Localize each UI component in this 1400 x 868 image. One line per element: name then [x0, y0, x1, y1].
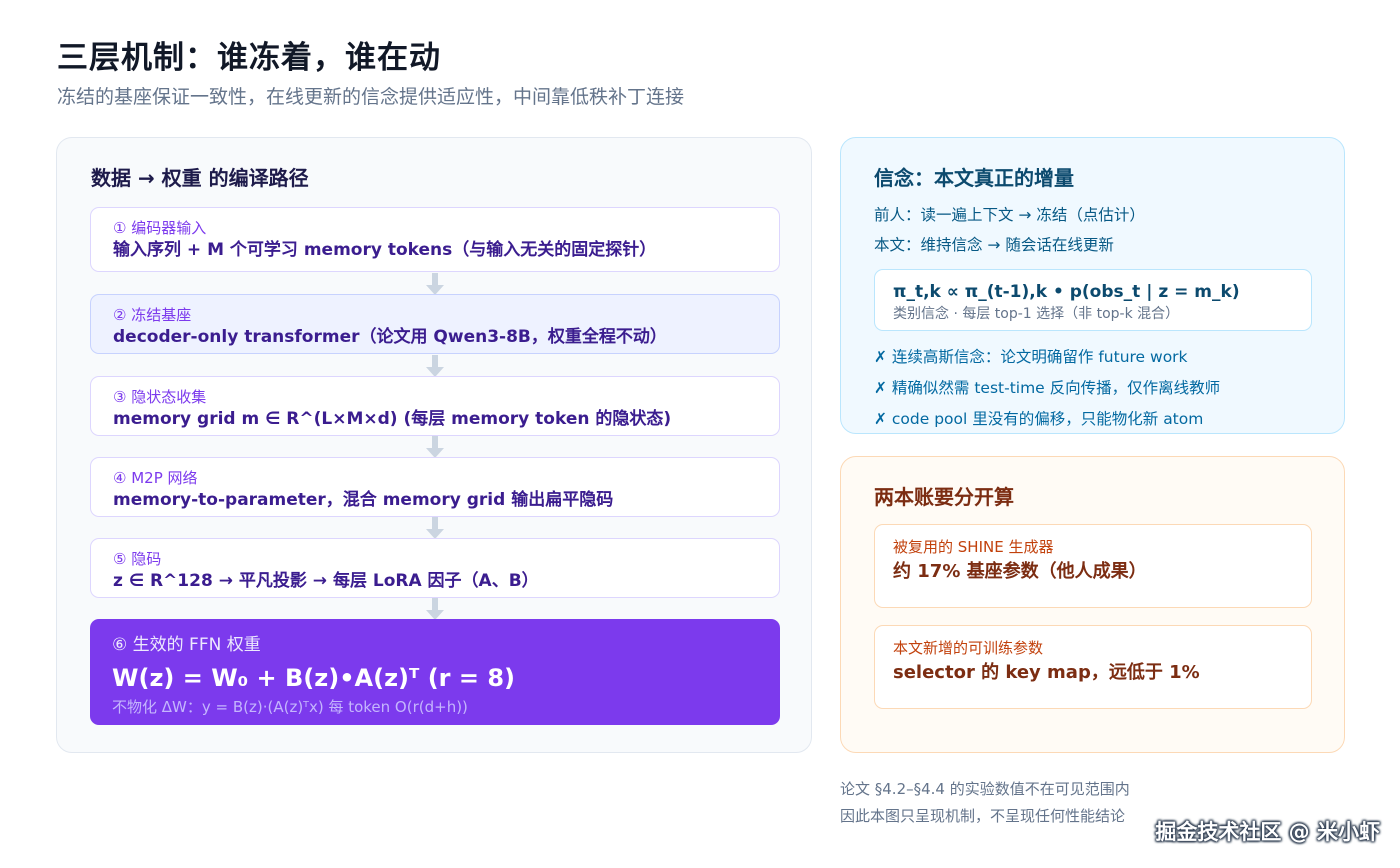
step-effective-ffn-weight: ⑥ 生效的 FFN 权重 W(z) = W₀ + B(z)•A(z)ᵀ (r =…: [90, 619, 780, 725]
pipeline-title: 数据 → 权重 的编译路径: [91, 166, 309, 190]
belief-title: 信念：本文真正的增量: [874, 166, 1074, 190]
limitation-item: ✗ 连续高斯信念：论文明确留作 future work: [874, 348, 1188, 366]
belief-formula-box: π_t,k ∝ π_(t-1),k • p(obs_t | z = m_k) 类…: [874, 269, 1312, 331]
belief-prior-line: 前人：读一遍上下文 → 冻结（点估计）: [874, 206, 1145, 224]
belief-panel: 信念：本文真正的增量 前人：读一遍上下文 → 冻结（点估计） 本文：维持信念 →…: [840, 137, 1345, 434]
limitation-item: ✗ 精确似然需 test-time 反向传播，仅作离线教师: [874, 379, 1221, 397]
step-desc: memory-to-parameter，混合 memory grid 输出扁平隐…: [113, 490, 614, 510]
final-formula: W(z) = W₀ + B(z)•A(z)ᵀ (r = 8): [112, 664, 515, 692]
flow-arrow-icon: [426, 517, 444, 539]
final-label: ⑥ 生效的 FFN 权重: [112, 635, 261, 655]
step-encoder-input: ① 编码器输入 输入序列 + M 个可学习 memory tokens（与输入无…: [90, 207, 780, 272]
step-desc: 输入序列 + M 个可学习 memory tokens（与输入无关的固定探针）: [113, 240, 657, 260]
page-title: 三层机制：谁冻着，谁在动: [57, 40, 441, 76]
step-hidden-state-collection: ③ 隐状态收集 memory grid m ∈ R^(L×M×d) (每层 me…: [90, 376, 780, 436]
watermark: 掘金技术社区 @ 米小虾: [1155, 820, 1380, 844]
final-note: 不物化 ΔW：y = B(z)·(A(z)ᵀx) 每 token O(r(d+h…: [112, 698, 468, 716]
flow-arrow-icon: [426, 273, 444, 295]
ledger-label: 本文新增的可训练参数: [893, 639, 1044, 657]
page-subtitle: 冻结的基座保证一致性，在线更新的信念提供适应性，中间靠低秩补丁连接: [57, 86, 685, 108]
ledger-card-new: 本文新增的可训练参数 selector 的 key map，远低于 1%: [874, 625, 1312, 709]
belief-formula-note: 类别信念 · 每层 top-1 选择（非 top-k 混合）: [893, 306, 1180, 322]
flow-arrow-icon: [426, 355, 444, 377]
belief-formula: π_t,k ∝ π_(t-1),k • p(obs_t | z = m_k): [893, 282, 1240, 302]
step-label: ⑤ 隐码: [113, 550, 162, 568]
belief-this-line: 本文：维持信念 → 随会话在线更新: [874, 236, 1114, 254]
limitation-item: ✗ code pool 里没有的偏移，只能物化新 atom: [874, 410, 1204, 428]
step-desc: memory grid m ∈ R^(L×M×d) (每层 memory tok…: [113, 409, 672, 429]
footnote-line-2: 因此本图只呈现机制，不呈现任何性能结论: [840, 807, 1126, 825]
step-m2p-network: ④ M2P 网络 memory-to-parameter，混合 memory g…: [90, 457, 780, 517]
pipeline-panel: 数据 → 权重 的编译路径 ① 编码器输入 输入序列 + M 个可学习 memo…: [56, 137, 812, 753]
footnote-line-1: 论文 §4.2–§4.4 的实验数值不在可见范围内: [840, 780, 1130, 798]
ledger-title: 两本账要分开算: [874, 485, 1014, 509]
ledger-label: 被复用的 SHINE 生成器: [893, 538, 1054, 556]
step-label: ① 编码器输入: [113, 219, 207, 237]
ledger-card-reused: 被复用的 SHINE 生成器 约 17% 基座参数（他人成果）: [874, 524, 1312, 608]
step-label: ② 冻结基座: [113, 306, 192, 324]
step-latent-code: ⑤ 隐码 z ∈ R^128 → 平凡投影 → 每层 LoRA 因子（A、B）: [90, 538, 780, 598]
step-label: ③ 隐状态收集: [113, 388, 207, 406]
step-label: ④ M2P 网络: [113, 469, 198, 487]
flow-arrow-icon: [426, 436, 444, 458]
ledger-value: selector 的 key map，远低于 1%: [893, 662, 1200, 683]
step-desc: decoder-only transformer（论文用 Qwen3-8B，权重…: [113, 327, 667, 347]
step-desc: z ∈ R^128 → 平凡投影 → 每层 LoRA 因子（A、B）: [113, 571, 539, 591]
step-frozen-base: ② 冻结基座 decoder-only transformer（论文用 Qwen…: [90, 294, 780, 354]
ledger-panel: 两本账要分开算 被复用的 SHINE 生成器 约 17% 基座参数（他人成果） …: [840, 456, 1345, 753]
flow-arrow-icon: [426, 598, 444, 620]
ledger-value: 约 17% 基座参数（他人成果）: [893, 561, 1147, 582]
